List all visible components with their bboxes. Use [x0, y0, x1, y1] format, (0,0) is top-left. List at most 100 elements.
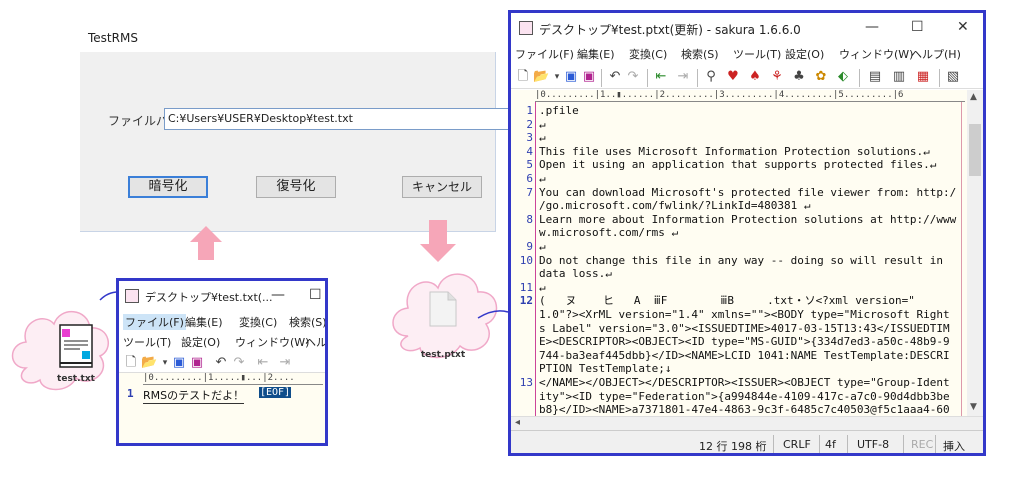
small-editor[interactable]: |0.........|1.....▮...|2.... 1 RMSのテストだよ… — [119, 373, 325, 443]
sakura-main-window: デスクトップ¥test.ptxt(更新) - sakura 1.6.6.0 — … — [508, 10, 986, 456]
maximize-button[interactable]: ☐ — [309, 287, 322, 303]
encrypt-button[interactable]: 暗号化 — [128, 176, 208, 198]
settings-icon[interactable]: ▧ — [945, 69, 961, 85]
scroll-thumb[interactable] — [969, 124, 981, 176]
line-number: 13 — [519, 376, 533, 389]
file-path-input[interactable]: C:¥Users¥USER¥Desktop¥test.txt — [164, 108, 560, 130]
save-icon[interactable]: ▣ — [171, 355, 187, 371]
menu-settings[interactable]: 設定(O) — [785, 46, 824, 62]
menu-window[interactable]: ウィンドウ(W) — [839, 46, 913, 62]
open-file-icon[interactable]: 📂 — [141, 355, 157, 371]
save-as-icon[interactable]: ▣ — [581, 69, 597, 85]
tag-jump-icon[interactable]: ⬖ — [835, 69, 851, 85]
menu-convert[interactable]: 変換(C) — [629, 46, 667, 62]
status-eol[interactable]: CRLF — [783, 438, 811, 451]
cancel-button[interactable]: キャンセル — [402, 176, 482, 198]
line-number: 10 — [519, 253, 533, 267]
compare-icon[interactable]: ▤ — [867, 69, 883, 85]
menu-file[interactable]: ファイル(F) — [123, 314, 186, 330]
search-prev-icon[interactable]: ♥ — [725, 69, 741, 85]
mark-icon[interactable]: ✿ — [813, 69, 829, 85]
sakura-small-window: デスクトップ¥test.txt(... — ☐ ファイル(F) 編集(E) 変換… — [116, 278, 328, 446]
toolbar-separator — [697, 69, 698, 87]
file-path-label: ファイルパ — [108, 114, 169, 128]
small-window-title: デスクトップ¥test.txt(... — [145, 291, 273, 304]
maximize-button[interactable]: ☐ — [911, 19, 924, 35]
code-line: You can download Microsoft's protected f… — [539, 185, 957, 199]
eof-marker: [EOF] — [259, 387, 292, 398]
diff-icon[interactable]: ▥ — [891, 69, 907, 85]
menu-edit[interactable]: 編集(E) — [577, 46, 615, 62]
code-line: Open it using an application that suppor… — [539, 158, 937, 172]
code-line: s Label" version="3.0"><ISSUEDTIME>4017-… — [539, 321, 950, 335]
toolbar-separator — [939, 69, 940, 87]
undo-icon[interactable]: ↶ — [607, 69, 623, 85]
menu-search[interactable]: 検索(S) — [289, 314, 325, 330]
grep-icon[interactable]: ⚘ — [769, 69, 785, 85]
menu-file[interactable]: ファイル(F) — [515, 46, 574, 62]
line-number-gutter: 1 2 3 4 5 6 7 8 9 10 11 12 13 — [511, 102, 535, 416]
sakura-app-icon — [125, 289, 139, 303]
open-file-icon[interactable]: 📂 — [533, 69, 549, 85]
status-position: 12 行 198 桁 — [699, 440, 767, 453]
scroll-left-icon[interactable]: ◂ — [515, 417, 520, 428]
dialog-titlebar: TestRMS — [80, 18, 496, 52]
search-next-icon[interactable]: ♠ — [747, 69, 763, 85]
menu-help[interactable]: ヘルプ(H) — [911, 46, 961, 62]
horizontal-scrollbar[interactable]: ◂ — [511, 416, 983, 430]
replace-icon[interactable]: ♣ — [791, 69, 807, 85]
menu-tool[interactable]: ツール(T) — [123, 334, 171, 350]
status-separator — [903, 435, 904, 453]
menu-help[interactable]: ヘル — [305, 334, 325, 350]
menu-settings[interactable]: 設定(O) — [181, 334, 220, 350]
txt-file-icon[interactable] — [58, 323, 94, 369]
save-as-icon[interactable]: ▣ — [189, 355, 205, 371]
outline-icon[interactable]: ▦ — [915, 69, 931, 85]
menu-edit[interactable]: 編集(E) — [185, 314, 223, 330]
main-editor[interactable]: |0.........|1..▮......|2.........|3.....… — [511, 90, 983, 416]
line-number: 6 — [526, 172, 533, 185]
dialog-title: TestRMS — [88, 31, 138, 45]
line-number: 4 — [526, 144, 533, 158]
line-number: 9 — [526, 240, 533, 253]
jump-forward-icon[interactable]: ⇥ — [675, 69, 691, 85]
jump-forward-icon[interactable]: ⇥ — [277, 355, 293, 371]
scroll-down-icon[interactable]: ▼ — [970, 402, 977, 412]
code-line: Do not change this file in any way -- do… — [539, 253, 950, 267]
search-icon[interactable]: ⚲ — [703, 69, 719, 85]
redo-icon[interactable]: ↷ — [625, 69, 641, 85]
line-number: 12 — [519, 294, 533, 308]
menu-window[interactable]: ウィンドウ(W) — [235, 334, 309, 350]
status-insert-mode[interactable]: 挿入 — [943, 438, 965, 453]
minimize-button[interactable]: — — [865, 19, 879, 35]
menu-tool[interactable]: ツール(T) — [733, 46, 781, 62]
vertical-scrollbar[interactable]: ▲ ▼ — [967, 90, 983, 416]
ptxt-file-label: test.ptxt — [420, 350, 466, 360]
ptxt-file-icon[interactable] — [428, 290, 458, 328]
new-file-icon[interactable]: 🗋 — [123, 355, 139, 371]
txt-file-label: test.txt — [57, 374, 95, 384]
decrypt-button[interactable]: 復号化 — [256, 176, 336, 198]
code-line: </NAME></OBJECT></DESCRIPTOR><ISSUER><OB… — [539, 376, 950, 389]
code-line: 744-ba3eaf445dbb}</ID><NAME>LCID 1041:NA… — [539, 348, 950, 362]
status-separator — [847, 435, 848, 453]
sakura-app-icon — [519, 21, 533, 35]
jump-back-icon[interactable]: ⇤ — [653, 69, 669, 85]
status-encoding[interactable]: UTF-8 — [857, 438, 889, 451]
arrow-up-icon — [190, 226, 222, 260]
code-line: ↵ — [539, 131, 546, 145]
undo-icon[interactable]: ↶ — [213, 355, 229, 371]
main-window-title: デスクトップ¥test.ptxt(更新) - sakura 1.6.6.0 — [539, 23, 801, 37]
minimize-button[interactable]: — — [271, 287, 285, 303]
new-file-icon[interactable]: 🗋 — [515, 69, 531, 85]
menu-convert[interactable]: 変換(C) — [239, 314, 277, 330]
code-line: ↵ — [539, 240, 546, 253]
redo-icon[interactable]: ↷ — [231, 355, 247, 371]
menu-search[interactable]: 検索(S) — [681, 46, 719, 62]
scroll-up-icon[interactable]: ▲ — [970, 92, 977, 102]
jump-back-icon[interactable]: ⇤ — [255, 355, 271, 371]
arrow-down-icon — [420, 220, 456, 262]
status-separator — [819, 435, 820, 453]
save-icon[interactable]: ▣ — [563, 69, 579, 85]
close-button[interactable]: ✕ — [957, 19, 969, 35]
